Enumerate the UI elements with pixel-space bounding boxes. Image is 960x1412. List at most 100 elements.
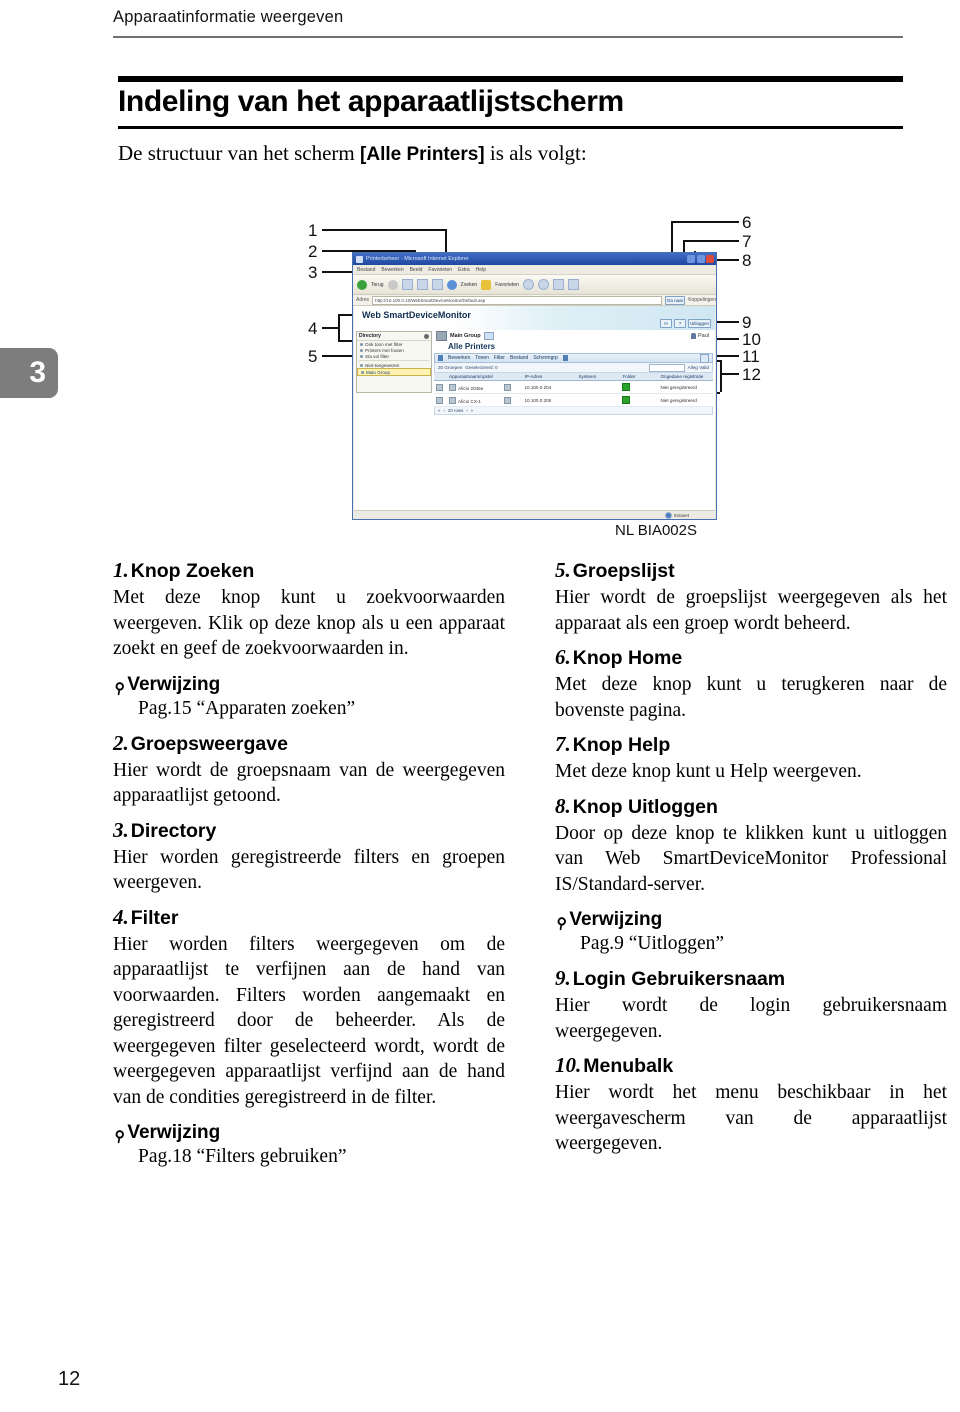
group-view: Main Group [434, 331, 713, 341]
device-list-area: Main Group Alle Printers Bewerken Tonen … [434, 331, 713, 508]
callout-11: 11 [742, 347, 760, 366]
menu-bestand[interactable]: Bestand [357, 267, 375, 273]
go-button[interactable]: Ga naar [664, 295, 686, 305]
menubar-item-bewerken[interactable]: Bewerken [448, 355, 470, 361]
home-icon[interactable] [431, 279, 443, 290]
th-checkbox[interactable] [434, 372, 447, 381]
intro-bracket: [Alle Printers] [360, 144, 485, 165]
close-icon[interactable] [706, 254, 714, 263]
forward-icon[interactable] [387, 279, 398, 290]
pager-prev-icon[interactable]: ‹ [443, 408, 444, 413]
th-folder[interactable]: Folder [620, 372, 659, 381]
favorites-star-icon[interactable] [481, 279, 492, 290]
back-label[interactable]: Terug [371, 282, 384, 288]
device-table: Apparaatnaam/opstel IP-Adres Systeem Fol… [434, 372, 713, 407]
bullet-icon [360, 343, 363, 346]
menubar-item-bestand[interactable]: Bestand [510, 355, 528, 361]
links-label[interactable]: Koppelingen [688, 297, 716, 303]
item-1-label: Knop Zoeken [130, 560, 255, 582]
item-3-label: Directory [130, 819, 217, 842]
history-icon[interactable] [537, 279, 549, 290]
checkbox-icon[interactable] [436, 396, 443, 404]
th-ip-address[interactable]: IP-Adres [522, 372, 577, 381]
item-10-label: Menubalk [583, 1055, 674, 1077]
title-rule-bottom [118, 126, 903, 129]
item-1-title: 1. Knop Zoeken [113, 558, 505, 584]
group-badge-icon[interactable] [483, 332, 494, 340]
menu-favorieten[interactable]: Favorieten [428, 267, 452, 273]
search-icon[interactable] [446, 279, 457, 290]
printer-icon [449, 383, 456, 391]
print-icon[interactable] [567, 279, 579, 290]
help-button[interactable]: ? [673, 319, 686, 328]
table-row[interactable]: Aficio CX-1 10.100.0.205 Niet geregistre… [434, 393, 713, 407]
browser-toolbar[interactable]: Terug Zoeken Favorieten [353, 275, 716, 295]
directory-item-main-group[interactable]: Main Group [357, 368, 431, 376]
row-0-system [576, 380, 621, 394]
pager-first-icon[interactable]: « [438, 408, 440, 413]
menu-help[interactable]: Help [476, 267, 486, 273]
menubar-item-schermgrp[interactable]: Schermgrp [533, 355, 557, 361]
leader-4-bracket-v [338, 314, 340, 341]
bullet-icon [360, 364, 363, 367]
item-1-number: 1. [113, 558, 129, 582]
menubar-end-icon[interactable] [562, 355, 568, 361]
menubar-item-filter[interactable]: Filter [494, 355, 505, 361]
back-icon[interactable] [357, 279, 367, 290]
table-pager[interactable]: « ‹ 20 rows › » [434, 407, 713, 415]
bullet-icon [360, 349, 363, 352]
menubar-item-tonen[interactable]: Tonen [475, 355, 489, 361]
item-8-body: Door op deze knop te klikken kunt u uitl… [555, 822, 947, 895]
browser-menubar[interactable]: Bestand Bewerken Beeld Favorieten Extra … [353, 265, 716, 275]
app-menubar[interactable]: Bewerken Tonen Filter Bestand Schermgrp [434, 353, 713, 363]
callout-3: 3 [308, 263, 318, 282]
th-device-name[interactable]: Apparaatnaam/opstel [447, 372, 503, 381]
groups-count-label: 20 Groepen [438, 365, 463, 370]
search-label[interactable]: Zoeken [461, 282, 478, 288]
logout-button[interactable]: Uitloggen [687, 319, 711, 328]
home-button[interactable]: H [659, 319, 672, 328]
th-registration[interactable]: Ongedane registratie [658, 372, 713, 381]
item-9-title: 9. Login Gebruikersnaam [555, 966, 947, 992]
maximize-icon[interactable] [696, 254, 705, 263]
checkbox-icon[interactable] [436, 383, 443, 391]
menu-extra[interactable]: Extra [458, 267, 470, 273]
pager-next-icon[interactable]: › [466, 408, 467, 413]
row-0-folder [620, 380, 659, 394]
browser-statusbar: Intranet [354, 510, 715, 519]
address-bar[interactable]: Adres http://10.100.0.10/WebSmartDeviceM… [353, 295, 716, 306]
minimize-icon[interactable] [687, 254, 695, 263]
row-0-ip: 10.100.0.204 [522, 380, 577, 394]
address-input[interactable]: http://10.100.0.10/WebSmartDeviceMonitor… [372, 295, 662, 305]
directory-item-3-label: Niet-toegewezen [365, 363, 400, 368]
app-top-right-buttons[interactable]: H ? Uitloggen [659, 319, 711, 328]
item-3-body: Hier worden geregistreerde filters en gr… [113, 846, 505, 894]
stop-icon[interactable] [401, 279, 413, 290]
th-system[interactable]: Systeem [576, 372, 621, 381]
menu-beeld[interactable]: Beeld [410, 267, 423, 273]
page-title: Indeling van het apparaatlijstscherm [118, 85, 624, 118]
table-row[interactable]: Aficio 2045e 10.100.0.204 Niet geregistr… [434, 380, 713, 394]
search-input[interactable] [648, 363, 685, 372]
refresh-icon[interactable] [416, 279, 428, 290]
row-checkbox[interactable] [434, 393, 447, 407]
th-icon[interactable] [502, 372, 523, 381]
row-device-name: Aficio CX-1 [447, 393, 503, 407]
mail-icon[interactable] [552, 279, 564, 290]
search-apply-button[interactable]: Alleg Valid [688, 365, 709, 370]
gear-icon[interactable] [424, 333, 429, 339]
favorites-label[interactable]: Favorieten [495, 282, 519, 288]
item-5-label: Groepslijst [572, 560, 675, 582]
pager-last-icon[interactable]: » [471, 408, 473, 413]
item-2-number: 2. [113, 730, 129, 755]
menubar-handle-icon[interactable] [438, 355, 443, 361]
row-1-ip: 10.100.0.205 [522, 393, 577, 407]
media-icon[interactable] [522, 279, 534, 290]
group-name-label: Main Group [450, 333, 481, 339]
directory-item-2[interactable]: Sta vol filter [357, 353, 431, 359]
item-8-label: Knop Uitloggen [572, 795, 718, 818]
directory-item-1-label: Printers met fouten [365, 348, 404, 353]
row-checkbox[interactable] [434, 380, 447, 394]
search-toggle-icon[interactable] [700, 353, 709, 363]
menu-bewerken[interactable]: Bewerken [381, 267, 403, 273]
